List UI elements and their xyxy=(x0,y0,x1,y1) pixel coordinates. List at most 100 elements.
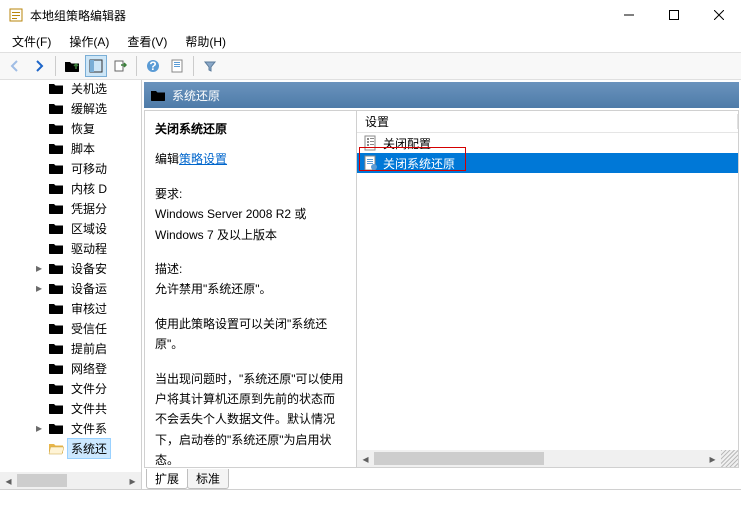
app-icon xyxy=(8,7,24,23)
tree-item[interactable]: 凭据分 xyxy=(0,198,141,218)
folder-icon xyxy=(48,381,64,395)
list-row-label: 关闭系统还原 xyxy=(383,155,455,172)
tree-item[interactable]: 文件共 xyxy=(0,398,141,418)
tree-item[interactable]: 系统还 xyxy=(0,438,141,458)
tree-item-label: 设备安 xyxy=(68,259,110,278)
menu-file[interactable]: 文件(F) xyxy=(4,31,59,52)
content-header: 系统还原 xyxy=(144,82,739,108)
folder-icon xyxy=(48,301,64,315)
tree-item-label: 可移动 xyxy=(68,159,110,178)
tree-item[interactable]: ▸ 设备安 xyxy=(0,258,141,278)
tree-item-label: 凭据分 xyxy=(68,199,110,218)
folder-icon xyxy=(48,421,64,435)
description-p2: 当出现问题时，"系统还原"可以使用户将其计算机还原到先前的状态而不会丢失个人数据… xyxy=(155,369,346,467)
tree-item[interactable]: 驱动程 xyxy=(0,238,141,258)
tree-item[interactable]: 审核过 xyxy=(0,298,141,318)
expand-icon[interactable]: ▸ xyxy=(34,283,44,293)
properties-button[interactable] xyxy=(166,55,188,77)
maximize-button[interactable] xyxy=(651,0,696,30)
tree-item[interactable]: 区域设 xyxy=(0,218,141,238)
scroll-right-button[interactable]: ▸ xyxy=(124,472,141,489)
tree-item[interactable]: ▸ 设备运 xyxy=(0,278,141,298)
tree-item-label: 网络登 xyxy=(68,359,110,378)
folder-icon xyxy=(48,241,64,255)
tree-h-scrollbar[interactable]: ◂ ▸ xyxy=(0,472,141,489)
tree-item-label: 恢复 xyxy=(68,119,98,138)
tree-item-label: 内核 D xyxy=(68,179,110,198)
folder-icon xyxy=(48,121,64,135)
tree-item-label: 关机选 xyxy=(68,80,110,98)
scroll-thumb[interactable] xyxy=(17,474,67,487)
scroll-right-button[interactable]: ▸ xyxy=(704,450,721,467)
scroll-left-button[interactable]: ◂ xyxy=(0,472,17,489)
tree-item[interactable]: 内核 D xyxy=(0,178,141,198)
tree-item[interactable]: 文件分 xyxy=(0,378,141,398)
settings-list-pane: 设置 关闭配置关闭系统还原 ◂ ▸ xyxy=(357,111,738,467)
list-h-scrollbar[interactable]: ◂ ▸ xyxy=(357,450,738,467)
minimize-button[interactable] xyxy=(606,0,651,30)
tab-extended[interactable]: 扩展 xyxy=(146,469,188,489)
tree-item[interactable]: ▸ 文件系 xyxy=(0,418,141,438)
tree-item[interactable]: 关机选 xyxy=(0,80,141,98)
description-pane: 关闭系统还原 编辑策略设置 要求: Windows Server 2008 R2… xyxy=(145,111,357,467)
list-row-label: 关闭配置 xyxy=(383,135,431,152)
scroll-thumb[interactable] xyxy=(374,452,544,465)
status-bar xyxy=(0,489,741,507)
window-title: 本地组策略编辑器 xyxy=(30,7,606,24)
list-row[interactable]: 关闭配置 xyxy=(357,133,738,153)
menu-help[interactable]: 帮助(H) xyxy=(177,31,234,52)
content-header-title: 系统还原 xyxy=(172,87,220,104)
back-button[interactable] xyxy=(4,55,26,77)
tree-item-label: 文件共 xyxy=(68,399,110,418)
folder-icon xyxy=(48,341,64,355)
export-button[interactable] xyxy=(109,55,131,77)
tree-item-label: 受信任 xyxy=(68,319,110,338)
policy-icon xyxy=(363,135,379,151)
tree-item-label: 区域设 xyxy=(68,219,110,238)
tree-item[interactable]: 可移动 xyxy=(0,158,141,178)
tree-item-label: 缓解选 xyxy=(68,99,110,118)
tree-item[interactable]: 网络登 xyxy=(0,358,141,378)
tree-item[interactable]: 脚本 xyxy=(0,138,141,158)
resize-grip[interactable] xyxy=(721,450,738,467)
list-row[interactable]: 关闭系统还原 xyxy=(357,153,738,173)
folder-icon xyxy=(48,101,64,115)
folder-icon xyxy=(48,361,64,375)
up-button[interactable] xyxy=(61,55,83,77)
svg-text:?: ? xyxy=(149,59,156,73)
tree-item[interactable]: 提前启 xyxy=(0,338,141,358)
help-button[interactable]: ? xyxy=(142,55,164,77)
tree-pane: 关机选缓解选恢复脚本可移动内核 D凭据分区域设驱动程 ▸ 设备安 ▸ 设备运审核过受信任… xyxy=(0,80,142,489)
scroll-left-button[interactable]: ◂ xyxy=(357,450,374,467)
tree-item-label: 文件系 xyxy=(68,419,110,438)
folder-icon xyxy=(48,161,64,175)
requirements-text: Windows Server 2008 R2 或 Windows 7 及以上版本 xyxy=(155,204,346,245)
tree-item-label: 设备运 xyxy=(68,279,110,298)
expand-icon[interactable]: ▸ xyxy=(34,423,44,433)
filter-button[interactable] xyxy=(199,55,221,77)
column-header-setting[interactable]: 设置 xyxy=(357,111,738,133)
policy-icon xyxy=(363,155,379,171)
close-button[interactable] xyxy=(696,0,741,30)
folder-icon xyxy=(48,201,64,215)
tree-item[interactable]: 缓解选 xyxy=(0,98,141,118)
menu-action[interactable]: 操作(A) xyxy=(61,31,117,52)
tree-item-label: 驱动程 xyxy=(68,239,110,258)
edit-label: 编辑 xyxy=(155,152,179,166)
folder-icon xyxy=(48,261,64,275)
folder-icon xyxy=(48,141,64,155)
tree-item[interactable]: 受信任 xyxy=(0,318,141,338)
folder-icon xyxy=(48,321,64,335)
tab-standard[interactable]: 标准 xyxy=(187,469,229,489)
expand-icon[interactable]: ▸ xyxy=(34,263,44,273)
tree-item-label: 文件分 xyxy=(68,379,110,398)
edit-policy-link[interactable]: 策略设置 xyxy=(179,152,227,166)
tree-item[interactable]: 恢复 xyxy=(0,118,141,138)
show-tree-button[interactable] xyxy=(85,55,107,77)
policy-title: 关闭系统还原 xyxy=(155,119,346,139)
forward-button[interactable] xyxy=(28,55,50,77)
tree-item-label: 提前启 xyxy=(68,339,110,358)
folder-icon xyxy=(48,281,64,295)
menu-view[interactable]: 查看(V) xyxy=(119,31,175,52)
tree-item-label: 审核过 xyxy=(68,299,110,318)
